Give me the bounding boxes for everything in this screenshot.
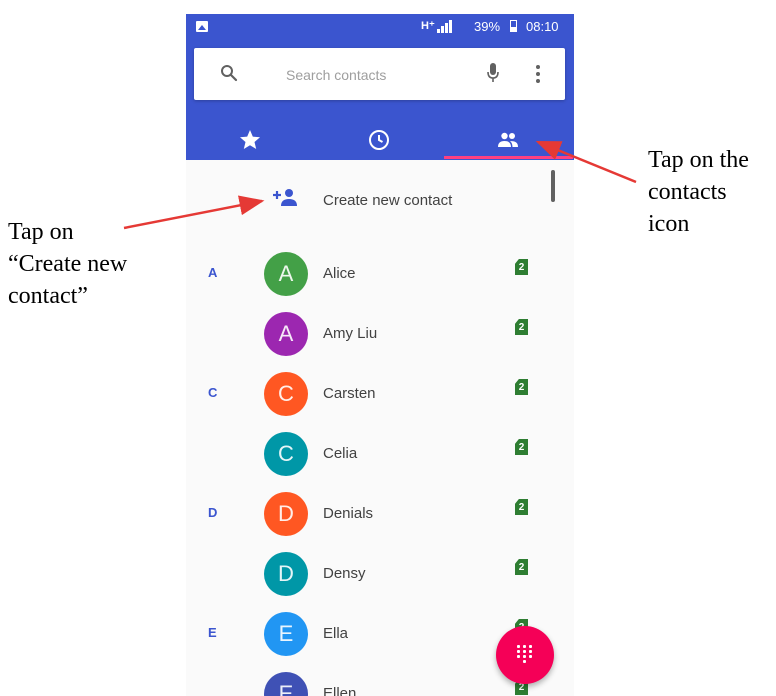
signal-icon <box>437 20 455 33</box>
sim-card-icon: 2 <box>515 259 528 275</box>
contact-name: Denials <box>323 505 374 522</box>
annotation-create-contact: Tap on “Create new contact” <box>8 216 178 312</box>
sim-card-icon: 2 <box>515 559 528 575</box>
tab-favorites[interactable] <box>186 120 315 160</box>
dialpad-fab[interactable] <box>496 626 554 684</box>
mic-icon[interactable] <box>486 62 500 84</box>
annotation-line: “Create new <box>8 251 128 277</box>
contact-row[interactable]: C C Carsten 2 <box>186 364 574 424</box>
battery-percent: 39% <box>474 19 501 34</box>
section-letter: E <box>208 625 217 640</box>
contact-name: Amy Liu <box>323 325 378 342</box>
avatar: D <box>264 552 308 596</box>
contact-name: Ellen <box>323 685 357 696</box>
section-letter: A <box>208 265 218 280</box>
image-notification-icon <box>196 21 208 32</box>
sim-card-icon: 2 <box>515 379 528 395</box>
avatar: C <box>264 432 308 476</box>
annotation-line: Tap on <box>8 219 74 245</box>
tab-contacts[interactable] <box>444 120 573 160</box>
contact-list[interactable]: Create new contact A A Alice 2 A Amy Liu 2 C C Ca… <box>186 160 574 696</box>
avatar: A <box>264 252 308 296</box>
avatar: C <box>264 372 308 416</box>
search-input[interactable]: Search contacts <box>286 67 386 83</box>
clock-icon <box>369 130 389 150</box>
annotation-line: Tap on the <box>648 147 749 173</box>
people-icon <box>498 132 518 147</box>
annotation-line: contacts <box>648 179 727 205</box>
contact-row[interactable]: A Amy Liu 2 <box>186 304 574 364</box>
dialpad-icon <box>517 645 533 665</box>
avatar: E <box>264 672 308 696</box>
section-letter: D <box>208 505 218 520</box>
contact-name: Celia <box>323 445 358 462</box>
star-icon <box>240 130 260 149</box>
add-person-icon <box>273 189 297 206</box>
status-bar: H⁺ 39% 08:10 <box>186 14 574 40</box>
tab-recents[interactable] <box>315 120 444 160</box>
contact-row[interactable]: D D Denials 2 <box>186 484 574 544</box>
search-icon[interactable] <box>220 64 238 82</box>
more-vert-icon[interactable] <box>535 64 541 84</box>
contact-name: Densy <box>323 565 366 582</box>
create-new-contact-row[interactable]: Create new contact <box>186 180 574 220</box>
clock: 08:10 <box>526 19 559 34</box>
app-bar: Search contacts <box>186 40 574 160</box>
section-letter: C <box>208 385 218 400</box>
battery-icon <box>510 20 517 32</box>
phone-screen: H⁺ 39% 08:10 Search contacts Create new … <box>186 14 574 696</box>
contact-name: Ella <box>323 625 349 642</box>
create-new-contact-label: Create new contact <box>323 192 453 209</box>
annotation-contacts-icon: Tap on the contacts icon <box>648 144 776 240</box>
contact-name: Carsten <box>323 385 376 402</box>
contact-row[interactable]: C Celia 2 <box>186 424 574 484</box>
avatar: A <box>264 312 308 356</box>
contact-row[interactable]: D Densy 2 <box>186 544 574 604</box>
avatar: D <box>264 492 308 536</box>
search-bar[interactable]: Search contacts <box>194 48 565 100</box>
sim-card-icon: 2 <box>515 319 528 335</box>
sim-card-icon: 2 <box>515 439 528 455</box>
avatar: E <box>264 612 308 656</box>
sim-card-icon: 2 <box>515 499 528 515</box>
contact-name: Alice <box>323 265 356 282</box>
contact-row[interactable]: A A Alice 2 <box>186 244 574 304</box>
annotation-line: contact” <box>8 283 88 309</box>
tab-indicator <box>444 156 573 159</box>
annotation-line: icon <box>648 211 690 237</box>
network-type: H⁺ <box>421 20 435 32</box>
